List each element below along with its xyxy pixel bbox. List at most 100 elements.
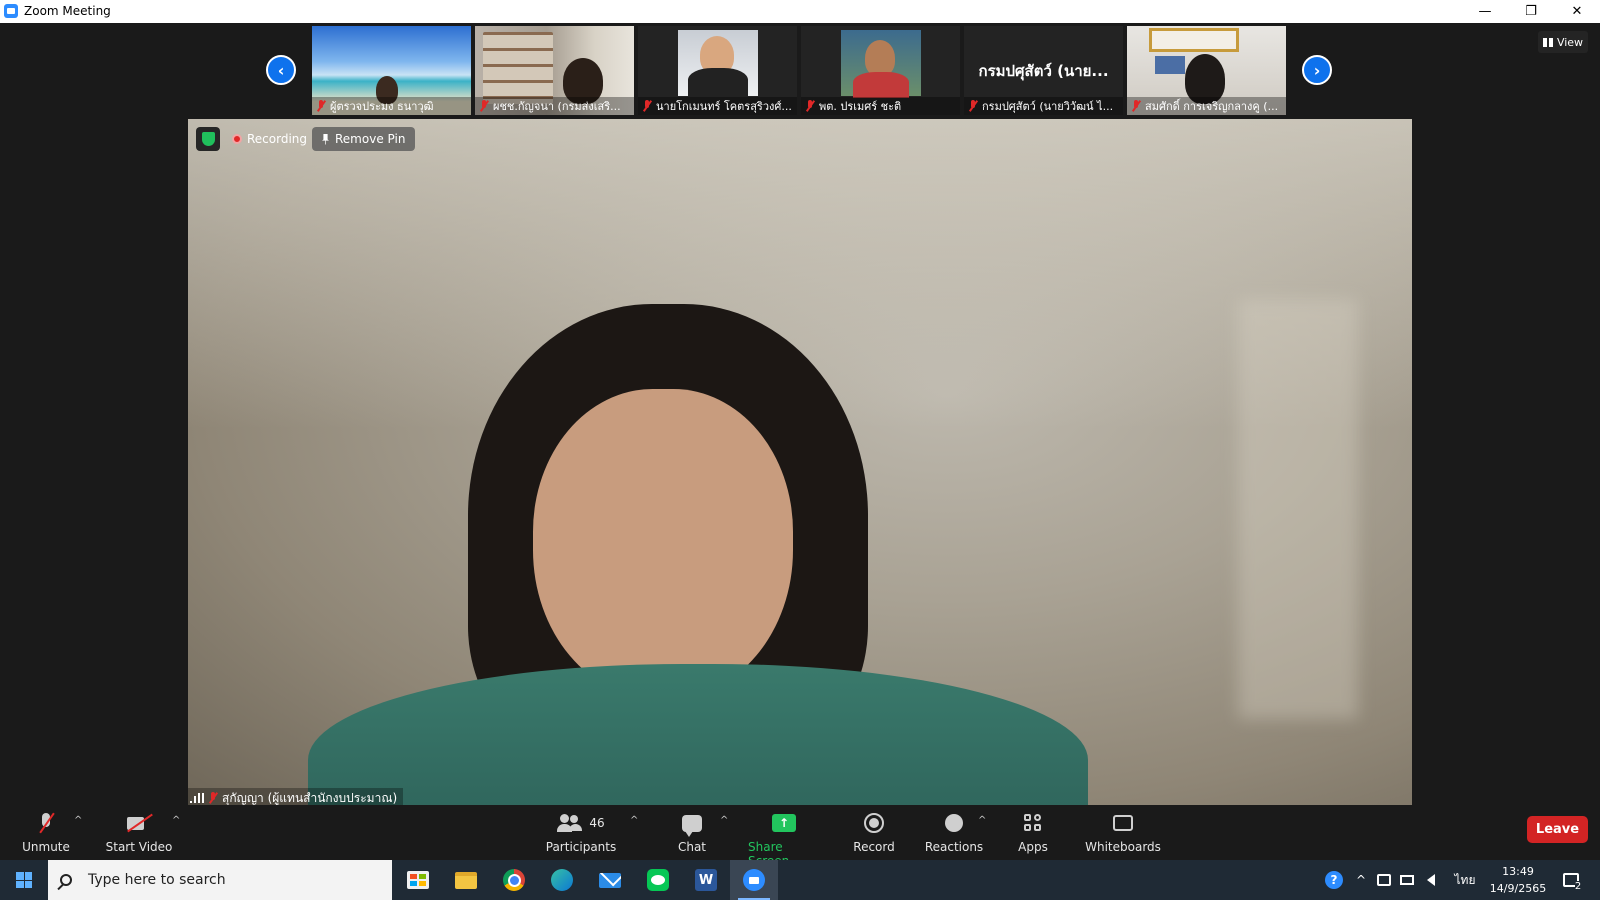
speaker-clothing <box>308 664 1088 808</box>
close-button[interactable]: ✕ <box>1554 0 1600 23</box>
participant-name: พต. ปรเมศร์ ชะติ <box>819 100 902 113</box>
gallery-next-button[interactable]: › <box>1302 55 1332 85</box>
participant-video <box>841 30 921 98</box>
bookshelf-background <box>483 32 553 104</box>
record-icon <box>864 813 884 833</box>
whiteboards-button[interactable]: Whiteboards <box>1085 811 1161 854</box>
unmute-button[interactable]: Unmute <box>20 811 72 854</box>
meeting-controls: Unmute ^ Start Video ^ 46 Participants ^… <box>0 805 1600 868</box>
mail-icon[interactable] <box>586 860 634 900</box>
participant-face <box>865 40 895 76</box>
recording-label: Recording <box>247 132 308 146</box>
participant-thumbnail[interactable]: กรมปศุสัตว์ (นาย... กรมปศุสัตว์ (นายวิวั… <box>964 26 1123 115</box>
signal-strength-icon <box>190 793 204 803</box>
video-options-caret[interactable]: ^ <box>172 815 180 826</box>
reactions-button[interactable]: Reactions <box>924 811 984 854</box>
minimize-button[interactable]: — <box>1462 0 1508 23</box>
help-icon[interactable]: ? <box>1322 860 1346 900</box>
meet-now-icon[interactable] <box>1374 860 1394 900</box>
search-placeholder: Type here to search <box>88 872 226 888</box>
smiley-icon <box>945 814 963 832</box>
file-explorer-icon[interactable] <box>442 860 490 900</box>
participant-name: สมศักดิ์ การเจริญกลางคู (... <box>1145 100 1279 113</box>
mic-muted-icon <box>968 100 978 112</box>
participant-display-name: กรมปศุสัตว์ (นาย... <box>978 62 1109 80</box>
windows-logo-icon <box>16 872 32 888</box>
record-button[interactable]: Record <box>852 811 896 854</box>
notifications-button[interactable]: 2 <box>1556 860 1592 900</box>
input-language-indicator[interactable]: ไทย <box>1450 860 1480 900</box>
chat-button[interactable]: Chat <box>672 811 712 854</box>
active-speaker-video: Recording Remove Pin สุกัญญา (ผู้แทนสำนั… <box>188 119 1412 808</box>
participant-thumbnail[interactable]: ผู้ตรวจประมง ธนาวุฒิ <box>312 26 471 115</box>
recording-indicator[interactable]: Recording <box>228 127 311 151</box>
view-button[interactable]: View <box>1538 31 1588 53</box>
speaker-face <box>533 389 793 699</box>
participant-shirt <box>853 72 909 98</box>
mic-muted-icon <box>1131 100 1141 112</box>
meeting-stage: ‹ ผู้ตรวจประมง ธนาวุฒิ ผชช.กัญจนา (กรมส่… <box>0 23 1600 808</box>
show-hidden-icons-chevron[interactable]: ^ <box>1350 860 1372 900</box>
window-titlebar: Zoom Meeting — ❐ ✕ <box>0 0 1600 23</box>
framed-picture <box>1149 28 1239 52</box>
chat-options-caret[interactable]: ^ <box>720 815 728 826</box>
start-video-button[interactable]: Start Video <box>104 811 174 854</box>
volume-icon[interactable] <box>1420 860 1442 900</box>
leave-button[interactable]: Leave <box>1527 816 1588 843</box>
clock-date: 14/9/2565 <box>1489 882 1547 895</box>
word-icon[interactable]: W <box>682 860 730 900</box>
shield-icon <box>201 132 215 146</box>
participant-name-bar: พต. ปรเมศร์ ชะติ <box>801 97 960 115</box>
chrome-icon[interactable] <box>490 860 538 900</box>
participants-icon <box>557 814 583 832</box>
encryption-shield-button[interactable] <box>196 127 220 151</box>
edge-icon[interactable] <box>538 860 586 900</box>
restore-button[interactable]: ❐ <box>1508 0 1554 23</box>
mic-muted-icon <box>642 100 652 112</box>
remove-pin-label: Remove Pin <box>335 132 406 146</box>
line-app-icon[interactable] <box>634 860 682 900</box>
participant-name: กรมปศุสัตว์ (นายวิวัฒน์ ไ... <box>982 100 1114 113</box>
mic-muted-icon <box>208 792 219 804</box>
grid-view-icon <box>1542 37 1553 47</box>
gallery-prev-button[interactable]: ‹ <box>266 55 296 85</box>
clock-time: 13:49 <box>1502 865 1534 878</box>
chat-icon <box>682 814 702 837</box>
network-icon[interactable] <box>1396 860 1418 900</box>
background-blur-object <box>1238 299 1358 719</box>
participant-thumbnail[interactable]: นายโกเมนทร์ โคตรสุริวงศ์... <box>638 26 797 115</box>
participant-name-bar: ผู้ตรวจประมง ธนาวุฒิ <box>312 97 471 115</box>
video-off-icon <box>127 815 151 831</box>
share-screen-icon: ↑ <box>772 814 796 832</box>
zoom-taskbar-icon[interactable] <box>730 860 778 900</box>
participants-count: 46 <box>589 816 605 830</box>
taskbar-search[interactable]: Type here to search <box>48 860 392 900</box>
remove-pin-button[interactable]: Remove Pin <box>312 127 416 151</box>
participant-name: ผู้ตรวจประมง ธนาวุฒิ <box>330 100 434 113</box>
notification-count: 2 <box>1574 880 1582 892</box>
participant-name: ผชช.กัญจนา (กรมส่งเสริ... <box>493 100 621 113</box>
participants-options-caret[interactable]: ^ <box>630 815 638 826</box>
participant-thumbnail[interactable]: ผชช.กัญจนา (กรมส่งเสริ... <box>475 26 634 115</box>
audio-options-caret[interactable]: ^ <box>74 815 82 826</box>
zoom-app-icon <box>4 4 18 18</box>
participants-button[interactable]: 46 Participants <box>546 811 616 854</box>
search-icon <box>60 874 72 886</box>
background-logo <box>1155 56 1185 74</box>
recording-dot-icon <box>232 134 242 144</box>
system-clock[interactable]: 13:49 14/9/2565 <box>1486 863 1550 897</box>
participant-name: นายโกเมนทร์ โคตรสุริวงศ์... <box>656 100 792 113</box>
participant-thumbnail[interactable]: พต. ปรเมศร์ ชะติ <box>801 26 960 115</box>
start-button[interactable] <box>0 860 48 900</box>
participant-suit <box>688 68 748 98</box>
mic-muted-icon <box>479 100 489 112</box>
participant-name-bar: นายโกเมนทร์ โคตรสุริวงศ์... <box>638 97 797 115</box>
microsoft-store-icon[interactable] <box>394 860 442 900</box>
apps-button[interactable]: Apps <box>1018 811 1048 854</box>
reactions-options-caret[interactable]: ^ <box>978 815 986 826</box>
whiteboards-label: Whiteboards <box>1085 840 1161 854</box>
unmute-label: Unmute <box>22 840 70 854</box>
reactions-label: Reactions <box>924 840 984 854</box>
participant-thumbnail[interactable]: สมศักดิ์ การเจริญกลางคู (... <box>1127 26 1286 115</box>
participant-name-bar: กรมปศุสัตว์ (นายวิวัฒน์ ไ... <box>964 97 1123 115</box>
